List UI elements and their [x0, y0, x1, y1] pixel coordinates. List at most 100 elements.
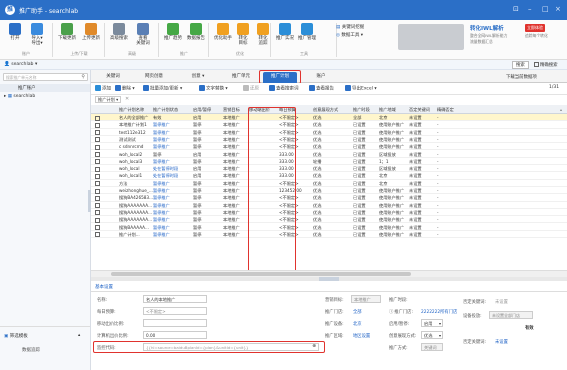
- ribbon-button-11[interactable]: 推广实况: [274, 22, 296, 41]
- ribbon-button-7[interactable]: 数据报告: [185, 22, 207, 41]
- view-report-button[interactable]: 查看报告: [309, 85, 334, 92]
- name-input[interactable]: 名人的本地推广: [143, 295, 207, 303]
- table-row[interactable]: c sdnnrcmd 暂停推广 暂停 本地推广 <不限定> 优选 已设置 使用账户推广 未设置 -: [91, 143, 567, 151]
- row-checkbox[interactable]: [95, 152, 100, 157]
- column-header[interactable]: 推广计划名称: [119, 107, 144, 113]
- column-header[interactable]: 精确否定: [437, 107, 454, 113]
- neg-exact-value[interactable]: 未设置: [495, 339, 508, 345]
- table-row[interactable]: woh_local3 暂停推广 暂停 本地推广 333.00 轮播 已设置 1；1 未设置 -: [91, 158, 567, 166]
- tab-web-creative[interactable]: 网页创意: [139, 72, 169, 83]
- ribbon-button-12[interactable]: 推广管理: [296, 22, 318, 41]
- column-header[interactable]: 创意展现方式: [313, 107, 338, 113]
- row-checkbox[interactable]: [95, 173, 100, 179]
- row-checkbox[interactable]: [95, 115, 100, 121]
- promo-badge[interactable]: 立即体验: [525, 24, 545, 32]
- neg-keyword-value[interactable]: 未设置: [495, 299, 508, 305]
- device-value[interactable]: 北京: [353, 321, 362, 327]
- table-cell[interactable]: c sdnnrcmd: [119, 144, 143, 149]
- row-checkbox[interactable]: [95, 137, 100, 143]
- ribbon-button-4[interactable]: 高级搜索: [108, 22, 130, 41]
- row-checkbox[interactable]: [95, 232, 100, 238]
- ribbon-button-3[interactable]: 上传更新: [80, 22, 102, 41]
- account-selector[interactable]: 👤 searchlab ▾: [4, 62, 37, 67]
- table-row[interactable]: 搜狗BAAAAA... 暂停推广 暂停 本地推广 <不限定> 优选 已设置 使用账户推广 未设置…: [91, 224, 567, 231]
- add-button[interactable]: 添加: [95, 85, 111, 92]
- table-row[interactable]: 测试测试 暂停推广 暂停 本地推广 <不限定> 优选 已设置 使用账户推广 未设置 -: [91, 136, 567, 144]
- region-value[interactable]: 地区设置: [353, 333, 370, 339]
- table-row[interactable]: weizhonghue_... 暂停推广 暂停 本地推广 123452.00 优选 已设置使…: [91, 187, 567, 195]
- table-row[interactable]: 名人的全部推广 有效 启用 本地推广 <不限定> 优选 全部 北京 未设置 -: [91, 114, 567, 122]
- shop-count-value[interactable]: 2222222所有门店: [421, 309, 457, 315]
- ribbon-button-5[interactable]: 查看 关键词: [132, 22, 154, 46]
- data-tools-link[interactable]: ◎ 数据工具 ▾: [336, 32, 363, 38]
- column-header[interactable]: 推广时段: [353, 107, 370, 113]
- budget-input[interactable]: <不限定>: [143, 307, 207, 315]
- ribbon-button-6[interactable]: 推广趋势: [162, 22, 184, 41]
- table-cell[interactable]: weizhonghue_...: [119, 188, 153, 193]
- ribbon-button-9[interactable]: 转化 目标: [232, 22, 254, 46]
- table-cell[interactable]: 搜狗AAAAAAA...: [119, 203, 152, 209]
- table-cell[interactable]: 搜狗BA426583...: [119, 195, 153, 201]
- column-header[interactable]: 否定关键词: [409, 107, 430, 113]
- row-checkbox[interactable]: [95, 195, 100, 201]
- row-checkbox[interactable]: [95, 210, 100, 216]
- row-checkbox[interactable]: [95, 166, 100, 172]
- column-header[interactable]: 营销目标: [223, 107, 240, 113]
- table-cell[interactable]: 搜狗AAAAAAA...: [119, 210, 152, 216]
- table-cell[interactable]: 搜狗AAAAAAA...: [119, 217, 152, 223]
- tab-keywords[interactable]: 关键词: [99, 72, 127, 83]
- ribbon-button-8[interactable]: 优化助手: [212, 22, 234, 41]
- ribbon-button-0[interactable]: 打开: [4, 22, 26, 41]
- row-checkbox[interactable]: [95, 203, 100, 209]
- row-checkbox[interactable]: [95, 225, 100, 230]
- horizontal-scrollbar[interactable]: [91, 270, 567, 277]
- promo-shop-value[interactable]: 全部: [353, 309, 362, 315]
- table-row[interactable]: 搜狗AAAAAAA... 暂停推广 暂停 本地推广 <不限定> 优选 已设置 使用账户推广 未设…: [91, 209, 567, 217]
- view-search-terms-button[interactable]: 查看搜索词: [269, 85, 299, 92]
- scroll-up-icon[interactable]: ▴: [560, 107, 562, 112]
- table-cell[interactable]: 推广计划...: [119, 232, 140, 238]
- delete-button[interactable]: 删除 ▾: [115, 85, 135, 92]
- table-cell[interactable]: woh_local3: [119, 159, 142, 164]
- tab-creative[interactable]: 创意 ▾: [183, 72, 213, 83]
- table-cell[interactable]: 本地推广计划1: [119, 122, 147, 128]
- batch-add-button[interactable]: 批量添加/更新 ▾: [143, 85, 182, 92]
- row-checkbox[interactable]: [95, 217, 100, 223]
- table-row[interactable]: 方法 暂停推广 暂停 本地推广 <不限定> 优选 已设置 北京 未设置 -: [91, 180, 567, 187]
- column-header[interactable]: 推广计划状态: [153, 107, 178, 113]
- minimize-button[interactable]: –: [528, 5, 532, 13]
- restore-button[interactable]: 还原: [243, 85, 259, 92]
- promo-banner-image[interactable]: [398, 24, 464, 50]
- table-row[interactable]: 搜狗AAAAAAA... 暂停推广 暂停 本地推广 <不限定> 优选 已设置 使用账户推广 未设…: [91, 202, 567, 209]
- close-filter-icon[interactable]: ✕: [125, 96, 129, 102]
- table-row[interactable]: 搜狗BA426583... 暂停推广 暂停 本地推广 <不限定> 优选 已设置 使用账户推广未…: [91, 194, 567, 202]
- row-checkbox[interactable]: [95, 144, 100, 150]
- tab-ad-unit[interactable]: 推广单元: [225, 72, 257, 83]
- table-cell[interactable]: 方法: [119, 181, 127, 187]
- table-cell[interactable]: woh_local1: [119, 173, 142, 178]
- table-row[interactable]: 本地推广计划1 暂停推广 暂停 本地推广 <不限定> 优选 已设置 使用账户推广 未设置 -: [91, 121, 567, 129]
- column-header[interactable]: 推广地域: [379, 107, 396, 113]
- search-button[interactable]: 搜索: [512, 61, 529, 69]
- table-cell[interactable]: 搜狗BAAAAA...: [119, 225, 149, 231]
- table-cell[interactable]: woh_local: [119, 166, 140, 171]
- table-cell[interactable]: test112e312: [119, 130, 146, 135]
- sidebar-search-input[interactable]: 搜索推广单元名称 ⚲: [3, 73, 88, 81]
- row-checkbox[interactable]: [95, 122, 100, 128]
- table-cell[interactable]: 测试测试: [119, 137, 136, 143]
- creative-mode-select[interactable]: 优选 ▾: [421, 331, 443, 339]
- start-pause-select[interactable]: 启用 ▾: [421, 319, 443, 327]
- filter-template-item[interactable]: ▣ 筛选模板 ▴: [4, 333, 80, 339]
- exact-search-toggle[interactable]: 精确搜索: [534, 62, 558, 68]
- row-checkbox[interactable]: [95, 130, 100, 136]
- keyword-mining-link[interactable]: ▤ 关键词挖掘: [336, 24, 364, 30]
- table-cell[interactable]: woh_local2: [119, 152, 142, 157]
- table-row[interactable]: woh_local 处在暂停时段 启用 本地推广 333.00 优选 已设置 区域投放 未设置 -: [91, 165, 567, 173]
- row-checkbox[interactable]: [95, 188, 100, 194]
- ribbon-button-1[interactable]: 导入▾ 导出▾: [26, 22, 48, 46]
- scrollbar-thumb[interactable]: [111, 272, 411, 276]
- mobile-bid-input[interactable]: [143, 319, 207, 327]
- table-row[interactable]: woh_local1 处在暂停时段 启用 本地推广 333.00 优选 已设置 北京 未设置 -: [91, 172, 567, 180]
- ribbon-button-2[interactable]: 下载更新: [56, 22, 78, 41]
- table-row[interactable]: 推广计划... 暂停推广 暂停 本地推广 <不限定> 优选 已设置 使用账户推广 未设置 -: [91, 231, 567, 239]
